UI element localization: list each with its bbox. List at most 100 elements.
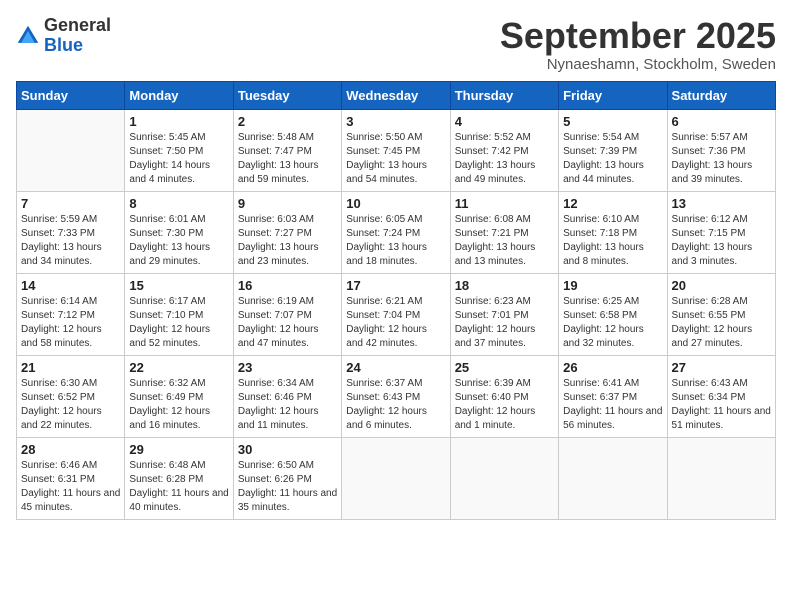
day-number: 21 — [21, 360, 120, 375]
calendar-cell: 5 Sunrise: 5:54 AMSunset: 7:39 PMDaylight… — [559, 109, 667, 191]
weekday-header-thursday: Thursday — [450, 81, 558, 109]
calendar-week-row: 7Sunrise: 5:59 AMSunset: 7:33 PMDaylight… — [17, 191, 776, 273]
day-info: Sunrise: 5:45 AMSunset: 7:50 PMDaylight:… — [129, 131, 228, 187]
day-info: Sunrise: 6:48 AMSunset: 6:28 PMDaylight:… — [129, 459, 228, 515]
day-number: 11 — [455, 196, 554, 211]
day-number: 9 — [238, 196, 337, 211]
day-number: 16 — [238, 278, 337, 293]
calendar-cell: 25Sunrise: 6:39 AMSunset: 6:40 PMDayligh… — [450, 355, 558, 437]
calendar-cell: 11 Sunrise: 6:08 AMSunset: 7:21 PMDayligh… — [450, 191, 558, 273]
day-number: 6 — [672, 114, 771, 129]
calendar-cell: 17Sunrise: 6:21 AMSunset: 7:04 PMDayligh… — [342, 273, 450, 355]
calendar-cell: 26Sunrise: 6:41 AMSunset: 6:37 PMDayligh… — [559, 355, 667, 437]
day-number: 3 — [346, 114, 445, 129]
calendar-cell: 23Sunrise: 6:34 AMSunset: 6:46 PMDayligh… — [233, 355, 341, 437]
day-info: Sunrise: 6:43 AMSunset: 6:34 PMDaylight:… — [672, 377, 771, 433]
day-number: 19 — [563, 278, 662, 293]
calendar-cell — [667, 437, 775, 519]
calendar-cell: 24 Sunrise: 6:37 AMSunset: 6:43 PMDayligh… — [342, 355, 450, 437]
day-info: Sunrise: 5:52 AMSunset: 7:42 PMDaylight:… — [455, 131, 554, 187]
day-info: Sunrise: 6:23 AMSunset: 7:01 PMDaylight:… — [455, 295, 554, 351]
logo-text: General Blue — [44, 16, 111, 56]
day-info: Sunrise: 6:08 AMSunset: 7:21 PMDaylight:… — [455, 213, 554, 269]
calendar-cell: 1 Sunrise: 5:45 AMSunset: 7:50 PMDaylight… — [125, 109, 233, 191]
day-info: Sunrise: 6:01 AMSunset: 7:30 PMDaylight:… — [129, 213, 228, 269]
weekday-header-saturday: Saturday — [667, 81, 775, 109]
day-number: 30 — [238, 442, 337, 457]
calendar-cell: 22 Sunrise: 6:32 AMSunset: 6:49 PMDayligh… — [125, 355, 233, 437]
calendar-cell — [450, 437, 558, 519]
day-number: 13 — [672, 196, 771, 211]
logo: General Blue — [16, 16, 111, 56]
calendar-cell: 14 Sunrise: 6:14 AMSunset: 7:12 PMDayligh… — [17, 273, 125, 355]
calendar-cell: 4 Sunrise: 5:52 AMSunset: 7:42 PMDaylight… — [450, 109, 558, 191]
day-number: 24 — [346, 360, 445, 375]
day-number: 2 — [238, 114, 337, 129]
day-info: Sunrise: 6:17 AMSunset: 7:10 PMDaylight:… — [129, 295, 228, 351]
day-number: 5 — [563, 114, 662, 129]
weekday-header-monday: Monday — [125, 81, 233, 109]
calendar-week-row: 21 Sunrise: 6:30 AMSunset: 6:52 PMDayligh… — [17, 355, 776, 437]
calendar-cell — [342, 437, 450, 519]
calendar-cell: 15 Sunrise: 6:17 AMSunset: 7:10 PMDayligh… — [125, 273, 233, 355]
day-info: Sunrise: 6:10 AMSunset: 7:18 PMDaylight:… — [563, 213, 662, 269]
calendar-cell: 7Sunrise: 5:59 AMSunset: 7:33 PMDaylight… — [17, 191, 125, 273]
calendar-week-row: 28 Sunrise: 6:46 AMSunset: 6:31 PMDayligh… — [17, 437, 776, 519]
day-info: Sunrise: 6:14 AMSunset: 7:12 PMDaylight:… — [21, 295, 120, 351]
calendar-cell: 8 Sunrise: 6:01 AMSunset: 7:30 PMDaylight… — [125, 191, 233, 273]
day-info: Sunrise: 5:57 AMSunset: 7:36 PMDaylight:… — [672, 131, 771, 187]
day-number: 7 — [21, 196, 120, 211]
day-info: Sunrise: 6:12 AMSunset: 7:15 PMDaylight:… — [672, 213, 771, 269]
calendar-cell: 27 Sunrise: 6:43 AMSunset: 6:34 PMDayligh… — [667, 355, 775, 437]
day-number: 22 — [129, 360, 228, 375]
day-number: 28 — [21, 442, 120, 457]
calendar-cell: 16Sunrise: 6:19 AMSunset: 7:07 PMDayligh… — [233, 273, 341, 355]
calendar-cell: 13 Sunrise: 6:12 AMSunset: 7:15 PMDayligh… — [667, 191, 775, 273]
calendar-cell — [17, 109, 125, 191]
calendar-table: SundayMondayTuesdayWednesdayThursdayFrid… — [16, 81, 776, 520]
calendar-cell: 20 Sunrise: 6:28 AMSunset: 6:55 PMDayligh… — [667, 273, 775, 355]
calendar-cell: 12 Sunrise: 6:10 AMSunset: 7:18 PMDayligh… — [559, 191, 667, 273]
day-info: Sunrise: 5:48 AMSunset: 7:47 PMDaylight:… — [238, 131, 337, 187]
day-number: 27 — [672, 360, 771, 375]
calendar-cell: 28 Sunrise: 6:46 AMSunset: 6:31 PMDayligh… — [17, 437, 125, 519]
day-number: 12 — [563, 196, 662, 211]
day-number: 10 — [346, 196, 445, 211]
day-number: 8 — [129, 196, 228, 211]
day-info: Sunrise: 6:34 AMSunset: 6:46 PMDaylight:… — [238, 377, 337, 433]
calendar-week-row: 14 Sunrise: 6:14 AMSunset: 7:12 PMDayligh… — [17, 273, 776, 355]
day-info: Sunrise: 5:50 AMSunset: 7:45 PMDaylight:… — [346, 131, 445, 187]
day-info: Sunrise: 6:03 AMSunset: 7:27 PMDaylight:… — [238, 213, 337, 269]
calendar-cell: 9 Sunrise: 6:03 AMSunset: 7:27 PMDaylight… — [233, 191, 341, 273]
weekday-header-row: SundayMondayTuesdayWednesdayThursdayFrid… — [17, 81, 776, 109]
day-number: 18 — [455, 278, 554, 293]
calendar-cell: 3 Sunrise: 5:50 AMSunset: 7:45 PMDaylight… — [342, 109, 450, 191]
calendar-week-row: 1 Sunrise: 5:45 AMSunset: 7:50 PMDaylight… — [17, 109, 776, 191]
day-number: 15 — [129, 278, 228, 293]
title-area: September 2025 Nynaeshamn, Stockholm, Sw… — [500, 16, 776, 73]
weekday-header-friday: Friday — [559, 81, 667, 109]
day-info: Sunrise: 6:50 AMSunset: 6:26 PMDaylight:… — [238, 459, 337, 515]
day-number: 14 — [21, 278, 120, 293]
day-info: Sunrise: 6:30 AMSunset: 6:52 PMDaylight:… — [21, 377, 120, 433]
calendar-cell — [559, 437, 667, 519]
page-header: General Blue September 2025 Nynaeshamn, … — [16, 16, 776, 73]
calendar-cell: 29 Sunrise: 6:48 AMSunset: 6:28 PMDayligh… — [125, 437, 233, 519]
day-number: 20 — [672, 278, 771, 293]
calendar-cell: 6 Sunrise: 5:57 AMSunset: 7:36 PMDaylight… — [667, 109, 775, 191]
day-info: Sunrise: 5:54 AMSunset: 7:39 PMDaylight:… — [563, 131, 662, 187]
day-number: 1 — [129, 114, 228, 129]
day-info: Sunrise: 6:41 AMSunset: 6:37 PMDaylight:… — [563, 377, 662, 433]
day-info: Sunrise: 6:46 AMSunset: 6:31 PMDaylight:… — [21, 459, 120, 515]
day-number: 4 — [455, 114, 554, 129]
day-number: 29 — [129, 442, 228, 457]
day-info: Sunrise: 6:32 AMSunset: 6:49 PMDaylight:… — [129, 377, 228, 433]
weekday-header-sunday: Sunday — [17, 81, 125, 109]
day-info: Sunrise: 6:28 AMSunset: 6:55 PMDaylight:… — [672, 295, 771, 351]
month-title: September 2025 — [500, 16, 776, 56]
weekday-header-tuesday: Tuesday — [233, 81, 341, 109]
day-info: Sunrise: 6:05 AMSunset: 7:24 PMDaylight:… — [346, 213, 445, 269]
day-number: 25 — [455, 360, 554, 375]
day-info: Sunrise: 6:21 AMSunset: 7:04 PMDaylight:… — [346, 295, 445, 351]
day-info: Sunrise: 6:37 AMSunset: 6:43 PMDaylight:… — [346, 377, 445, 433]
